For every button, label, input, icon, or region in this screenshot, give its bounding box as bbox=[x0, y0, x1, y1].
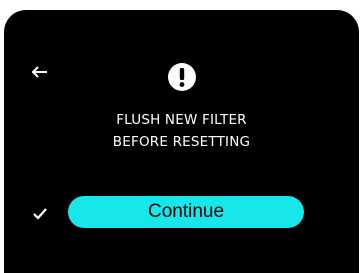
continue-button[interactable]: Continue bbox=[68, 196, 304, 228]
left-arrow-icon[interactable] bbox=[30, 62, 50, 82]
message-line-1: FLUSH NEW FILTER bbox=[116, 112, 247, 128]
message-line-2: BEFORE RESETTING bbox=[112, 134, 251, 150]
device-screen: FLUSH NEW FILTER BEFORE RESETTING Contin… bbox=[4, 10, 359, 273]
checkmark-icon bbox=[33, 208, 47, 220]
device-frame: FLUSH NEW FILTER BEFORE RESETTING Contin… bbox=[0, 0, 363, 273]
exclamation-icon bbox=[168, 63, 196, 91]
